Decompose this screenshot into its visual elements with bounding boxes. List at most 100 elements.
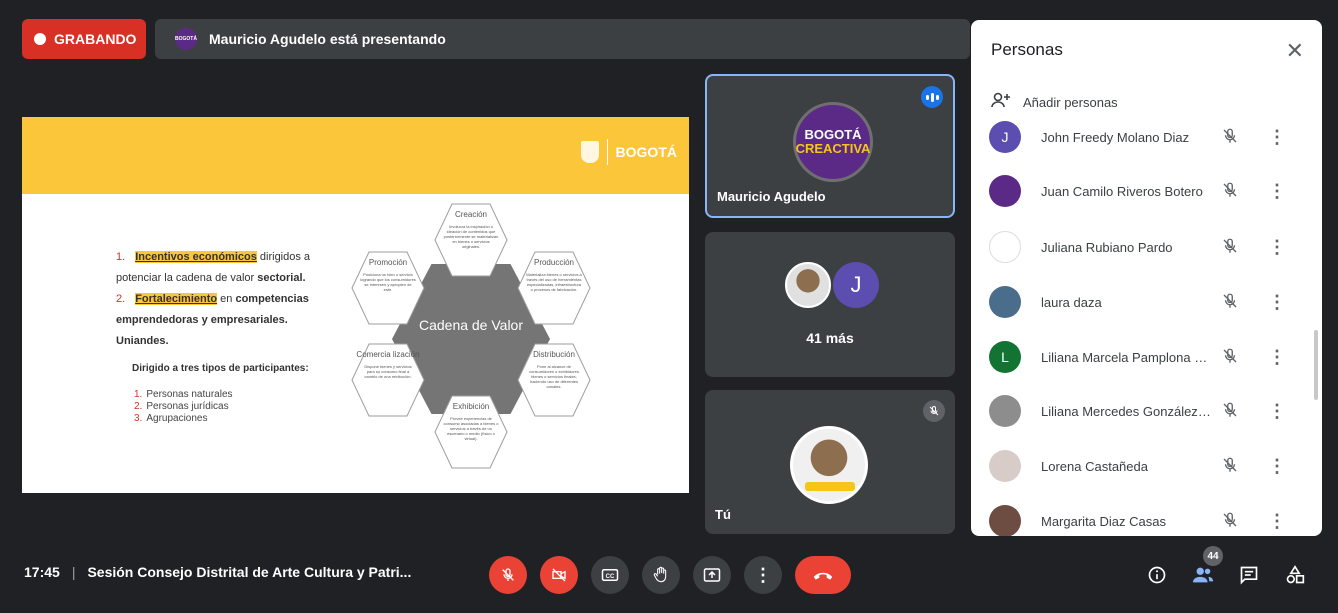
participant-name: Liliana Mercedes González Ruiz [1041, 403, 1213, 419]
present-screen-button[interactable] [693, 556, 731, 594]
participant-name: Margarita Diaz Casas [1041, 513, 1166, 529]
presenter-tile[interactable]: BOGOTÁ CREACTIVA Mauricio Agudelo [705, 74, 955, 218]
presenting-text: Mauricio Agudelo está presentando [209, 31, 446, 47]
participant-row[interactable]: Juliana Rubiano Pardo ⋮ [971, 220, 1311, 274]
mic-off-icon[interactable] [1221, 347, 1241, 367]
meeting-info-button[interactable] [1144, 562, 1170, 588]
meeting-title: Sesión Consejo Distrital de Arte Cultura… [87, 564, 412, 580]
panel-scrollbar[interactable] [1314, 330, 1318, 400]
avatar-line-2: CREACTIVA [795, 141, 871, 156]
participant-type: 1. Personas naturales [134, 389, 233, 400]
mic-off-icon[interactable] [1221, 292, 1241, 312]
participant-avatar [989, 231, 1021, 263]
add-person-icon [991, 92, 1011, 113]
self-name: Tú [715, 507, 731, 522]
mic-off-icon[interactable] [1221, 511, 1241, 531]
participant-avatar [989, 175, 1021, 207]
recording-badge[interactable]: GRABANDO [22, 19, 146, 59]
slide-item-1: 1. Incentivos económicos dirigidos a pote… [116, 251, 311, 284]
participants-list: 1. Personas naturales 2. Personas jurídica… [116, 389, 322, 425]
item2-text: en [217, 293, 236, 305]
record-dot-icon [34, 33, 46, 45]
participant-type: 2. Personas jurídicas [134, 401, 229, 412]
participant-row[interactable]: Juan Camilo Riveros Botero ⋮ [971, 164, 1311, 218]
captions-button[interactable]: CC [591, 556, 629, 594]
self-tile[interactable]: Tú [705, 390, 955, 534]
mic-off-icon[interactable] [1221, 401, 1241, 421]
chat-icon [1240, 566, 1258, 585]
slide-header-band: BOGOTÁ [22, 117, 689, 194]
presenting-banner: BOGOTÁ Mauricio Agudelo está presentando [155, 19, 970, 59]
presentation-slide: BOGOTÁ 1. Incentivos económicos dirigidos… [22, 117, 689, 493]
mic-off-icon[interactable] [1221, 181, 1241, 201]
participant-row[interactable]: J John Freedy Molano Diaz ⋮ [971, 112, 1311, 164]
participant-name: laura daza [1041, 294, 1102, 310]
bogota-shield-icon [580, 141, 599, 163]
slide-item-2: 2. Fortalecimiento en competencias empren… [116, 293, 309, 347]
raise-hand-button[interactable] [642, 556, 680, 594]
participant-row[interactable]: L Liliana Marcela Pamplona Villa ⋮ [971, 330, 1311, 384]
mic-toggle-button[interactable] [489, 556, 527, 594]
mic-off-icon[interactable] [1221, 127, 1241, 147]
camera-toggle-button[interactable] [540, 556, 578, 594]
others-tile[interactable]: J 41 más [705, 232, 955, 377]
participant-avatar [989, 286, 1021, 318]
activities-icon [1286, 565, 1305, 584]
hex-comercializacion: Comercia lización Dispone bienes y servic… [350, 342, 426, 418]
panel-title: Personas [991, 40, 1063, 59]
more-vert-icon[interactable]: ⋮ [1268, 237, 1286, 258]
present-screen-icon [703, 568, 721, 582]
mic-off-icon[interactable] [1221, 456, 1241, 476]
participant-avatar [989, 395, 1021, 427]
participant-avatar: L [989, 341, 1021, 373]
leave-call-button[interactable] [795, 556, 851, 594]
participants-list: J John Freedy Molano Diaz ⋮ Juan Camilo Riv… [971, 112, 1311, 536]
clock: 17:45 [24, 564, 60, 580]
more-vert-icon[interactable]: ⋮ [1268, 292, 1286, 313]
participant-name: Liliana Marcela Pamplona Villa [1041, 349, 1213, 365]
participant-row[interactable]: Lorena Castañeda ⋮ [971, 439, 1311, 493]
self-avatar [790, 426, 868, 504]
more-participants-label: 41 más [806, 330, 854, 346]
more-options-button[interactable]: ⋮ [744, 556, 782, 594]
more-vert-icon[interactable]: ⋮ [1268, 181, 1286, 202]
presenter-name: Mauricio Agudelo [717, 189, 826, 204]
participant-name: John Freedy Molano Diaz [1041, 129, 1190, 145]
more-vert-icon[interactable]: ⋮ [1268, 127, 1286, 148]
slide-text-block: 1. Incentivos económicos dirigidos a pote… [116, 247, 322, 425]
participant-avatar-bird [785, 262, 831, 308]
participant-name: Lorena Castañeda [1041, 458, 1148, 474]
meeting-info: 17:45 | Sesión Consejo Distrital de Arte… [24, 564, 412, 580]
participants-count-badge: 44 [1203, 546, 1223, 566]
participant-row[interactable]: Liliana Mercedes González Ruiz ⋮ [971, 384, 1311, 438]
participant-row[interactable]: Margarita Diaz Casas ⋮ [971, 494, 1311, 536]
presenter-mini-avatar: BOGOTÁ [175, 28, 197, 50]
participant-avatar: J [989, 121, 1021, 153]
hex-distribucion: Distribución Pone al alcance de consumido… [516, 342, 592, 418]
svg-text:CC: CC [606, 574, 615, 580]
more-vert-icon[interactable]: ⋮ [1268, 511, 1286, 532]
participant-name: Juliana Rubiano Pardo [1041, 239, 1173, 255]
hex-exhibicion: Exhibición Provee experiencias de consumo… [433, 394, 509, 470]
item2-highlight: Fortalecimiento [135, 293, 218, 305]
more-vert-icon[interactable]: ⋮ [1268, 347, 1286, 368]
add-people-button[interactable]: Añadir personas [991, 92, 1118, 113]
slide-logo-text: BOGOTÁ [615, 144, 677, 160]
captions-icon: CC [601, 569, 619, 581]
hex-promocion: Promoción Posiciona un bien o servicio lo… [350, 250, 426, 326]
presenter-avatar: BOGOTÁ CREACTIVA [793, 102, 873, 182]
speaking-indicator-icon [921, 86, 943, 108]
participant-row[interactable]: laura daza ⋮ [971, 275, 1311, 329]
add-people-label: Añadir personas [1023, 95, 1118, 110]
people-icon [1192, 567, 1214, 583]
activities-button[interactable] [1282, 562, 1308, 588]
chat-button[interactable] [1236, 562, 1262, 588]
more-vert-icon[interactable]: ⋮ [1268, 401, 1286, 422]
more-vert-icon: ⋮ [754, 564, 772, 585]
value-chain-diagram: Cadena de Valor Creación Involucra la ins… [336, 202, 606, 487]
info-icon [1148, 566, 1166, 584]
mic-off-icon[interactable] [1221, 237, 1241, 257]
more-vert-icon[interactable]: ⋮ [1268, 456, 1286, 477]
participants-heading: Dirigido a tres tipos de participantes: [132, 363, 309, 374]
close-icon[interactable]: ✕ [1286, 38, 1304, 64]
